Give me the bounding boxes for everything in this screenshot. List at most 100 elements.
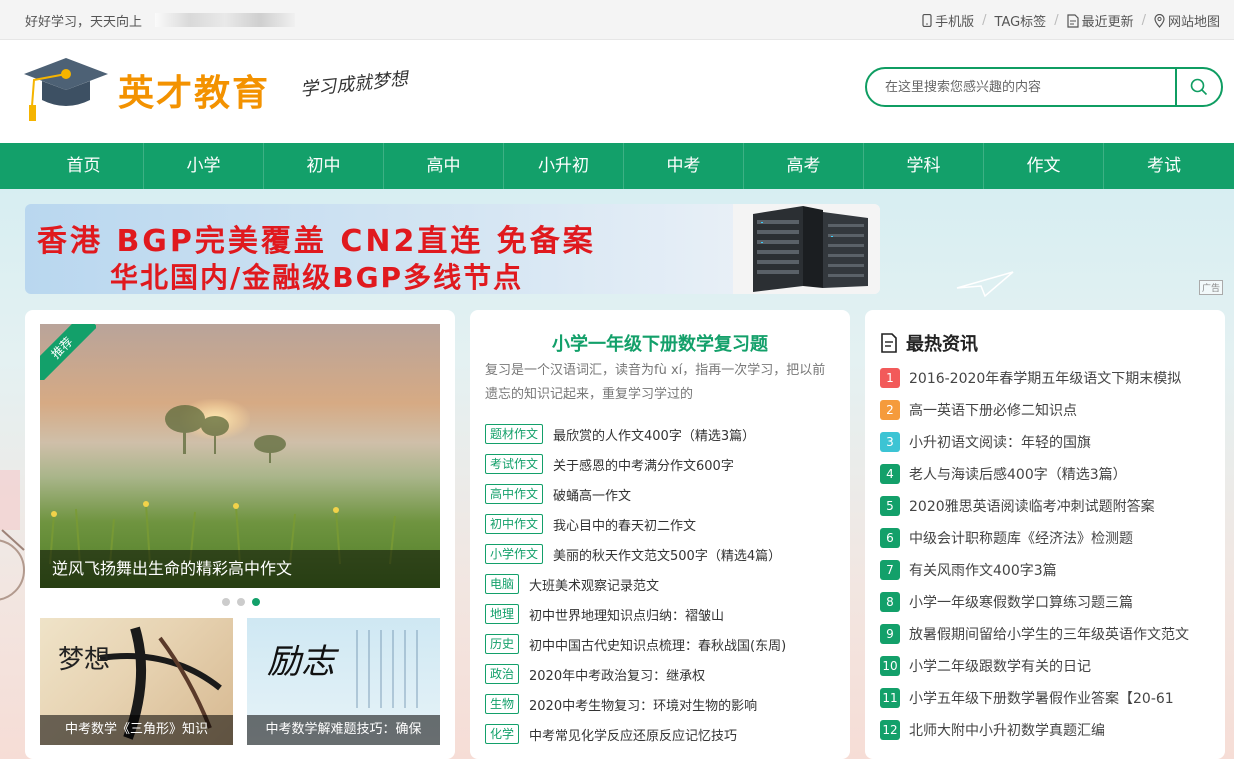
list-item[interactable]: 高中作文 破蛹高一作文 [485,479,835,509]
search-input[interactable] [867,69,1175,105]
list-item[interactable]: 初中作文 我心目中的春天初二作文 [485,509,835,539]
list-item[interactable]: 题材作文 最欣赏的人作文400字（精选3篇） [485,419,835,449]
hot-list-item[interactable]: 11 小学五年级下册数学暑假作业答案【20-61 [880,682,1215,714]
graduation-cap-logo[interactable] [24,56,108,126]
category-tag[interactable]: 题材作文 [485,424,544,444]
thumb-card-1[interactable]: 梦想 中考数学《三角形》知识 [40,618,233,745]
hot-list-item[interactable]: 10 小学二年级跟数学有关的日记 [880,650,1215,682]
hot-item-title[interactable]: 小升初语文阅读：年轻的国旗 [909,432,1091,452]
category-tag[interactable]: 考试作文 [485,454,544,474]
list-item-title[interactable]: 2020年中考政治复习：继承权 [529,665,705,684]
list-item-title[interactable]: 初中中国古代史知识点梳理：春秋战国(东周) [529,635,786,654]
search-button[interactable] [1175,69,1221,105]
sitemap-link[interactable]: 网站地图 [1154,11,1220,30]
list-item-title[interactable]: 关于感恩的中考满分作文600字 [553,455,734,474]
list-item-title[interactable]: 大班美术观察记录范文 [529,575,659,594]
nav-item-essays[interactable]: 作文 [984,143,1104,189]
welcome-text: 好好学习，天天向上 [25,15,143,30]
hot-item-title[interactable]: 2020雅思英语阅读临考冲刺试题附答案 [909,496,1155,516]
category-tag[interactable]: 高中作文 [485,484,544,504]
nav-item-primary[interactable]: 小学 [144,143,264,189]
carousel-dot-3-active[interactable] [252,598,260,606]
separator: / [982,13,987,28]
search-box [865,67,1223,107]
list-item-title[interactable]: 2020中考生物复习：环境对生物的影响 [529,695,757,714]
list-item-title[interactable]: 中考常见化学反应还原反应记忆技巧 [529,725,737,744]
nav-item-home[interactable]: 首页 [24,143,144,189]
paper-plane-decoration [956,271,1014,298]
mobile-link[interactable]: 手机版 [922,11,974,30]
thumb-1-art-text: 梦想 [58,645,110,675]
nav-item-exams[interactable]: 考试 [1104,143,1224,189]
hot-list-item[interactable]: 5 2020雅思英语阅读临考冲刺试题附答案 [880,490,1215,522]
tag-link[interactable]: TAG标签 [995,11,1047,30]
ad-banner[interactable]: 香港 BGP完美覆盖 CN2直连 免备案 华北国内/金融级BGP多线节点 [25,204,880,294]
hot-list-item[interactable]: 6 中级会计职称题库《经济法》检测题 [880,522,1215,554]
hot-list-item[interactable]: 9 放暑假期间留给小学生的三年级英语作文范文 [880,618,1215,650]
nav-item-senior-high[interactable]: 高中 [384,143,504,189]
category-tag[interactable]: 初中作文 [485,514,544,534]
hot-item-title[interactable]: 小学一年级寒假数学口算练习题三篇 [909,592,1133,612]
top-links: 手机版 / TAG标签 / 最近更新 / 网站地图 [922,11,1220,30]
list-item[interactable]: 生物 2020中考生物复习：环境对生物的影响 [485,689,835,719]
site-logo-text[interactable]: 英才教育 [118,64,270,116]
category-tag[interactable]: 政治 [485,664,520,684]
list-item[interactable]: 电脑 大班美术观察记录范文 [485,569,835,599]
hot-item-title[interactable]: 老人与海读后感400字（精选3篇） [909,464,1127,484]
document-icon [1066,13,1079,28]
hot-item-title[interactable]: 北师大附中小升初数学真题汇编 [909,720,1105,740]
hot-list-item[interactable]: 8 小学一年级寒假数学口算练习题三篇 [880,586,1215,618]
hot-list-item[interactable]: 12 北师大附中小升初数学真题汇编 [880,714,1215,746]
thumb-card-2[interactable]: 励志 中考数学解难题技巧：确保 [247,618,440,745]
article-title[interactable]: 小学一年级下册数学复习题 [470,330,850,356]
rank-badge: 7 [880,560,900,580]
rank-badge: 6 [880,528,900,548]
list-item-title[interactable]: 我心目中的春天初二作文 [553,515,696,534]
list-item-title[interactable]: 美丽的秋天作文范文500字（精选4篇） [553,545,781,564]
hot-item-title[interactable]: 高一英语下册必修二知识点 [909,400,1077,420]
category-tag[interactable]: 地理 [485,604,520,624]
nav-item-junior-high[interactable]: 初中 [264,143,384,189]
list-item[interactable]: 政治 2020年中考政治复习：继承权 [485,659,835,689]
hot-list-item[interactable]: 7 有关风雨作文400字3篇 [880,554,1215,586]
list-item[interactable]: 化学 中考常见化学反应还原反应记忆技巧 [485,719,835,749]
category-tag[interactable]: 小学作文 [485,544,544,564]
hot-item-title[interactable]: 中级会计职称题库《经济法》检测题 [909,528,1133,548]
separator: / [1141,13,1146,28]
list-item-title[interactable]: 破蛹高一作文 [553,485,631,504]
recent-updates-link[interactable]: 最近更新 [1066,11,1134,30]
carousel-dot-2[interactable] [237,598,245,606]
hot-list-item[interactable]: 3 小升初语文阅读：年轻的国旗 [880,426,1215,458]
featured-slide[interactable]: 推荐 逆风飞扬舞出生命的精彩高中作文 [40,324,440,588]
hot-list-item[interactable]: 2 高一英语下册必修二知识点 [880,394,1215,426]
category-tag[interactable]: 电脑 [485,574,520,594]
list-item-title[interactable]: 初中世界地理知识点归纳：褶皱山 [529,605,724,624]
nav-item-gaokao[interactable]: 高考 [744,143,864,189]
hot-list-item[interactable]: 1 2016-2020年春学期五年级语文下期末模拟 [880,362,1215,394]
hot-item-title[interactable]: 放暑假期间留给小学生的三年级英语作文范文 [909,624,1189,644]
top-bar: 好好学习，天天向上 手机版 / TAG标签 / 最近更新 / 网站地图 [0,0,1234,40]
category-tag[interactable]: 生物 [485,694,520,714]
list-item[interactable]: 小学作文 美丽的秋天作文范文500字（精选4篇） [485,539,835,569]
hot-item-title[interactable]: 小学二年级跟数学有关的日记 [909,656,1091,676]
hot-item-title[interactable]: 小学五年级下册数学暑假作业答案【20-61 [909,688,1174,708]
nav-item-transition[interactable]: 小升初 [504,143,624,189]
category-tag[interactable]: 化学 [485,724,520,744]
hot-item-title[interactable]: 2016-2020年春学期五年级语文下期末模拟 [909,368,1181,388]
hot-list-item[interactable]: 4 老人与海读后感400字（精选3篇） [880,458,1215,490]
category-tag[interactable]: 历史 [485,634,520,654]
list-item[interactable]: 考试作文 关于感恩的中考满分作文600字 [485,449,835,479]
list-item[interactable]: 地理 初中世界地理知识点归纳：褶皱山 [485,599,835,629]
list-item-title[interactable]: 最欣赏的人作文400字（精选3篇） [553,425,755,444]
featured-caption[interactable]: 逆风飞扬舞出生命的精彩高中作文 [40,550,440,588]
tree-silhouettes [49,405,396,565]
main-nav: 首页 小学 初中 高中 小升初 中考 高考 学科 作文 考试 [0,143,1234,189]
tag-link-label: TAG标签 [994,15,1047,30]
list-item[interactable]: 历史 初中中国古代史知识点梳理：春秋战国(东周) [485,629,835,659]
hot-item-title[interactable]: 有关风雨作文400字3篇 [909,560,1057,580]
carousel-dot-1[interactable] [222,598,230,606]
nav-item-zhongkao[interactable]: 中考 [624,143,744,189]
recommend-ribbon: 推荐 [40,324,96,380]
nav-item-subjects[interactable]: 学科 [864,143,984,189]
rank-badge: 10 [880,656,900,676]
